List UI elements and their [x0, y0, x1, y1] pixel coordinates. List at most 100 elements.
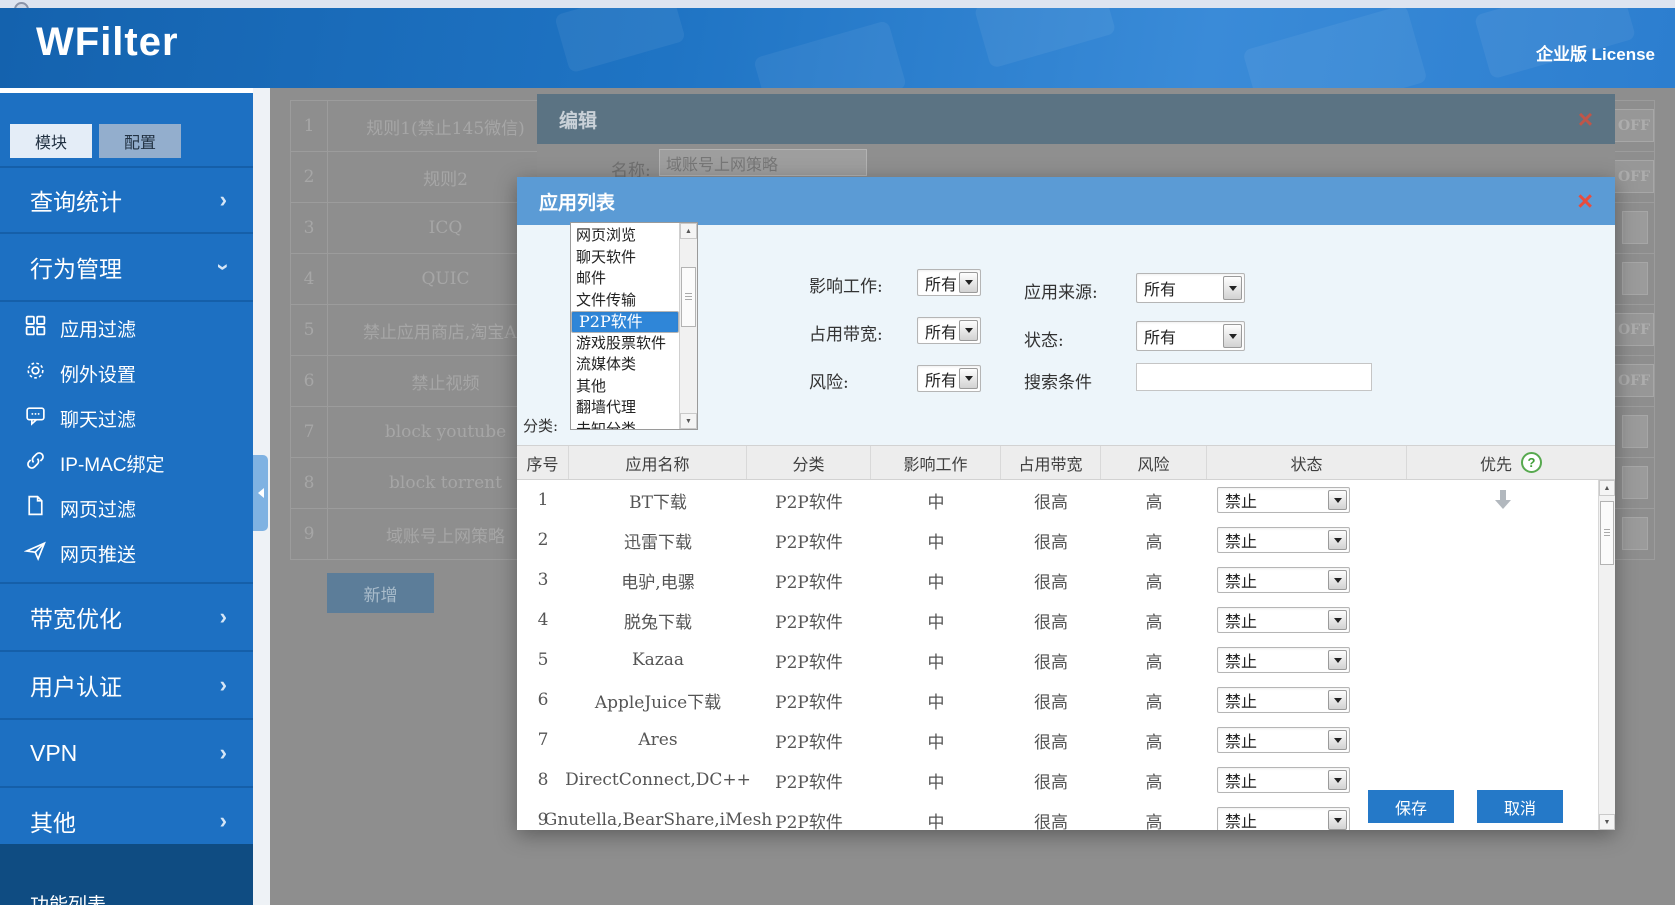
app-status-select[interactable]: 禁止: [1217, 807, 1350, 830]
app-name: BT下载: [569, 488, 747, 513]
category-option-其他[interactable]: 其他: [571, 376, 679, 398]
app-status-select[interactable]: 禁止: [1217, 647, 1350, 673]
column-header-序号: 序号: [517, 446, 569, 479]
sidebar-tab-模块[interactable]: 模块: [10, 124, 92, 158]
app-status-select[interactable]: 禁止: [1217, 567, 1350, 593]
category-option-翻墙代理[interactable]: 翻墙代理: [571, 397, 679, 419]
sidebar-item-应用过滤[interactable]: 应用过滤: [0, 306, 253, 351]
dropdown-arrow-icon[interactable]: [1328, 690, 1347, 710]
dropdown-arrow-icon[interactable]: [1328, 530, 1347, 550]
scroll-up-button[interactable]: ▲: [1599, 480, 1615, 496]
app-index: 8: [517, 770, 569, 790]
app-dialog-close-icon[interactable]: ×: [1577, 188, 1593, 215]
priority-down-arrow-icon[interactable]: [1495, 490, 1511, 510]
sidebar-item-网页过滤[interactable]: 网页过滤: [0, 486, 253, 531]
scrollbar-thumb[interactable]: [1600, 501, 1614, 565]
sidebar-item-function-list[interactable]: 功能列表: [0, 844, 253, 905]
rule-toggle-button: [1622, 517, 1648, 550]
category-option-网页浏览[interactable]: 网页浏览: [571, 225, 679, 247]
column-header-label: 应用名称: [625, 451, 689, 475]
sidebar-item-网页推送[interactable]: 网页推送: [0, 531, 253, 576]
app-status-cell: 禁止: [1207, 527, 1407, 553]
search-input[interactable]: [1136, 363, 1372, 391]
bandwidth-filter-select[interactable]: 所有: [917, 317, 981, 344]
dropdown-arrow-icon[interactable]: [1328, 570, 1347, 590]
source-filter-select[interactable]: 所有: [1136, 273, 1245, 303]
dropdown-arrow-icon[interactable]: [959, 368, 978, 389]
column-header-label: 优先: [1480, 451, 1512, 475]
dropdown-arrow-icon[interactable]: [959, 320, 978, 341]
dropdown-arrow-icon[interactable]: [959, 272, 978, 293]
dropdown-arrow-icon[interactable]: [1223, 324, 1242, 348]
impact-filter-select[interactable]: 所有: [917, 269, 981, 296]
risk-filter-label: 风险:: [809, 368, 849, 393]
category-option-游戏股票软件[interactable]: 游戏股票软件: [571, 333, 679, 355]
sidebar-group-VPN[interactable]: VPN›: [0, 720, 253, 788]
category-listbox[interactable]: 网页浏览聊天软件邮件文件传输P2P软件游戏股票软件流媒体类其他翻墙代理未知分类 …: [570, 222, 698, 430]
category-option-流媒体类[interactable]: 流媒体类: [571, 354, 679, 376]
sidebar-tab-配置[interactable]: 配置: [99, 124, 181, 158]
scroll-down-button[interactable]: ▼: [680, 413, 697, 429]
rule-number: 7: [291, 407, 328, 457]
cancel-button[interactable]: 取消: [1477, 790, 1563, 823]
sidebar-item-IP-MAC绑定[interactable]: IP-MAC绑定: [0, 441, 253, 486]
dropdown-arrow-icon[interactable]: [1223, 276, 1242, 300]
column-header-分类: 分类: [747, 446, 871, 479]
category-option-P2P软件[interactable]: P2P软件: [571, 311, 679, 333]
status-filter-value: 所有: [1144, 324, 1176, 348]
category-option-聊天软件[interactable]: 聊天软件: [571, 247, 679, 269]
app-status-select[interactable]: 禁止: [1217, 607, 1350, 633]
status-filter-select[interactable]: 所有: [1136, 321, 1245, 351]
sidebar-group-label: 查询统计: [30, 183, 122, 217]
sidebar: 模块配置 查询统计›行为管理›应用过滤例外设置聊天过滤IP-MAC绑定网页过滤网…: [0, 88, 253, 905]
category-option-未知分类[interactable]: 未知分类: [571, 419, 679, 430]
grid-icon: [24, 314, 47, 343]
risk-filter-select[interactable]: 所有: [917, 365, 981, 392]
application-row: 4脱兔下载P2P软件中很高高禁止: [517, 600, 1598, 640]
app-status-select[interactable]: 禁止: [1217, 767, 1350, 793]
bandwidth-filter-value: 所有: [925, 319, 957, 343]
sidebar-group-带宽优化[interactable]: 带宽优化›: [0, 584, 253, 652]
sidebar-item-label: 应用过滤: [60, 315, 136, 342]
scroll-down-button[interactable]: ▼: [1599, 814, 1615, 830]
sidebar-group-查询统计[interactable]: 查询统计 ›: [0, 166, 253, 234]
chevron-right-icon: ›: [220, 189, 227, 211]
app-risk: 高: [1101, 528, 1207, 553]
edit-dialog-close-icon: ×: [1578, 106, 1593, 132]
app-category: P2P软件: [747, 568, 871, 593]
app-name: AppleJuice下载: [569, 688, 747, 713]
dropdown-arrow-icon[interactable]: [1328, 770, 1347, 790]
sidebar-group-用户认证[interactable]: 用户认证›: [0, 652, 253, 720]
save-button[interactable]: 保存: [1368, 790, 1454, 823]
table-scrollbar[interactable]: ▲ ▼: [1598, 480, 1615, 830]
license-link[interactable]: 企业版 License: [1536, 40, 1655, 65]
dropdown-arrow-icon[interactable]: [1328, 650, 1347, 670]
sidebar-submenu: 应用过滤例外设置聊天过滤IP-MAC绑定网页过滤网页推送: [0, 302, 253, 584]
sidebar-collapse-handle[interactable]: [253, 455, 268, 531]
listbox-scrollbar[interactable]: ▲ ▼: [679, 223, 697, 429]
app-status-select[interactable]: 禁止: [1217, 687, 1350, 713]
sidebar-nav: 查询统计›行为管理›应用过滤例外设置聊天过滤IP-MAC绑定网页过滤网页推送带宽…: [0, 166, 253, 856]
app-status-select[interactable]: 禁止: [1217, 527, 1350, 553]
app-category: P2P软件: [747, 808, 871, 831]
app-status-select[interactable]: 禁止: [1217, 487, 1350, 513]
help-icon[interactable]: ?: [1521, 452, 1542, 473]
sidebar-item-例外设置[interactable]: 例外设置: [0, 351, 253, 396]
rule-number: 8: [291, 458, 328, 508]
chat-bubble-icon: [24, 404, 47, 433]
category-option-邮件[interactable]: 邮件: [571, 268, 679, 290]
app-status-value: 禁止: [1225, 768, 1257, 792]
category-option-文件传输[interactable]: 文件传输: [571, 290, 679, 312]
scrollbar-thumb[interactable]: [681, 267, 696, 327]
dropdown-arrow-icon[interactable]: [1328, 490, 1347, 510]
dropdown-arrow-icon[interactable]: [1328, 810, 1347, 830]
sidebar-item-聊天过滤[interactable]: 聊天过滤: [0, 396, 253, 441]
dropdown-arrow-icon[interactable]: [1328, 610, 1347, 630]
navbar-bg-shape: [753, 20, 907, 88]
app-name: 脱兔下载: [569, 608, 747, 633]
scroll-up-button[interactable]: ▲: [680, 223, 697, 239]
sidebar-group-行为管理[interactable]: 行为管理›: [0, 234, 253, 302]
dropdown-arrow-icon[interactable]: [1328, 730, 1347, 750]
app-status-select[interactable]: 禁止: [1217, 727, 1350, 753]
column-header-label: 风险: [1137, 451, 1169, 475]
